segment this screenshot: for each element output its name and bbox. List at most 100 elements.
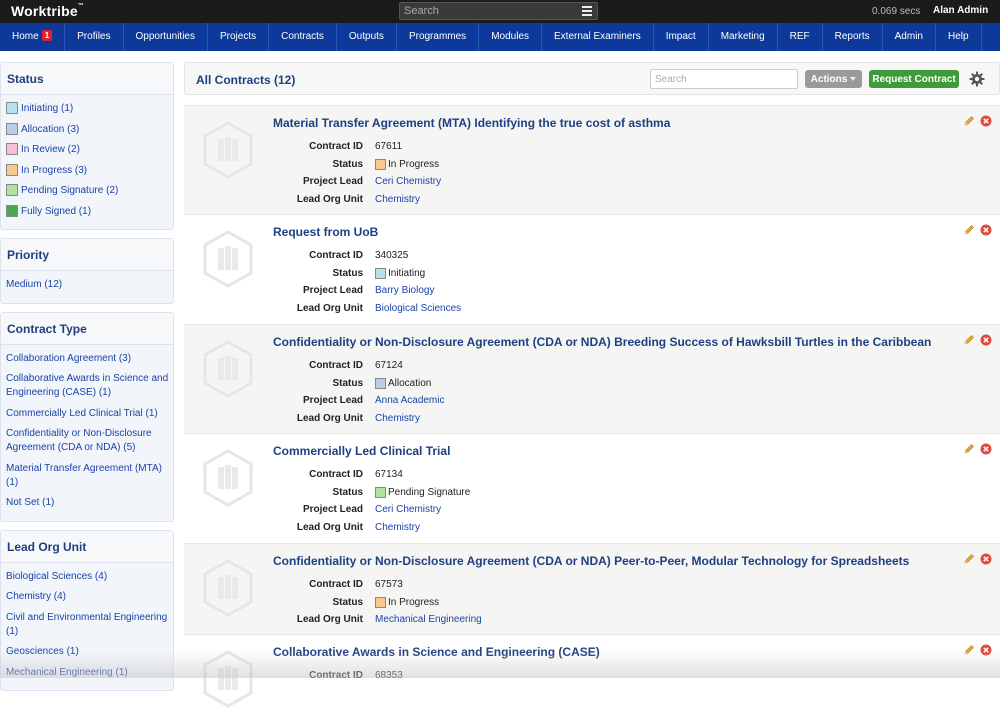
menu-icon[interactable] [582, 6, 592, 16]
lead-org-unit-link[interactable]: Biological Sciences [375, 303, 461, 314]
contract-title[interactable]: Collaborative Awards in Science and Engi… [273, 645, 600, 659]
delete-icon[interactable] [980, 644, 992, 656]
facet-contract-type-item[interactable]: Confidentiality or Non-Disclosure Agreem… [6, 427, 169, 455]
main-nav: Home 1 Profiles Opportunities Projects Co… [0, 23, 1000, 51]
global-search-input[interactable] [400, 3, 570, 19]
worktribe-logo[interactable]: Worktribe™ [11, 3, 84, 19]
nav-profiles[interactable]: Profiles [65, 23, 124, 51]
contract-id-label: Contract ID [309, 250, 363, 262]
facet-status-fully-signed[interactable]: Fully Signed (1) [6, 204, 169, 219]
pencil-icon[interactable] [963, 224, 975, 236]
contract-placeholder-icon [203, 121, 253, 179]
contract-title[interactable]: Confidentiality or Non-Disclosure Agreem… [273, 335, 931, 349]
status-value: Pending Signature [375, 486, 470, 498]
list-header: All Contracts (12) Actions Request Contr… [184, 62, 1000, 95]
facet-priority-medium[interactable]: Medium (12) [6, 278, 169, 292]
status-swatch [6, 204, 18, 217]
contract-id-value: 67611 [375, 141, 403, 153]
nav-reports[interactable]: Reports [823, 23, 883, 51]
facet-status-in-progress[interactable]: In Progress (3) [6, 163, 169, 178]
contract-title[interactable]: Commercially Led Clinical Trial [273, 444, 450, 458]
contract-fields: Contract ID 340325 Status Initiating Proje… [274, 247, 461, 317]
records: Material Transfer Agreement (MTA) Identi… [184, 105, 1000, 708]
delete-icon[interactable] [980, 224, 992, 236]
delete-icon[interactable] [980, 553, 992, 565]
status-swatch [6, 102, 18, 114]
project-lead-label: Project Lead [302, 285, 363, 297]
status-swatch [375, 596, 386, 608]
contract-title[interactable]: Material Transfer Agreement (MTA) Identi… [273, 116, 670, 130]
nav-opportunities[interactable]: Opportunities [124, 23, 208, 51]
facet-status-initiating[interactable]: Initiating (1) [6, 102, 169, 116]
facet-status-allocation[interactable]: Allocation (3) [6, 122, 169, 137]
pencil-icon[interactable] [963, 553, 975, 565]
delete-icon[interactable] [980, 115, 992, 127]
nav-impact[interactable]: Impact [654, 23, 709, 51]
nav-outputs[interactable]: Outputs [337, 23, 397, 51]
contract-id-value: 67573 [375, 579, 403, 591]
contract-fields: Contract ID 67611 Status In Progress Proje… [274, 138, 441, 208]
delete-icon[interactable] [980, 443, 992, 455]
facet-lead-org-unit-item[interactable]: Civil and Environmental Engineering (1) [6, 611, 169, 639]
actions-button[interactable]: Actions [805, 70, 862, 88]
nav-marketing[interactable]: Marketing [709, 23, 778, 51]
status-value: In Progress [375, 596, 439, 608]
pencil-icon[interactable] [963, 115, 975, 127]
facet-lead-org-unit-item[interactable]: Geosciences (1) [6, 645, 169, 659]
facet-lead-org-unit-item[interactable]: Biological Sciences (4) [6, 570, 169, 584]
contract-placeholder-icon [203, 449, 253, 507]
nav-programmes[interactable]: Programmes [397, 23, 480, 51]
lead-org-unit-label: Lead Org Unit [296, 412, 363, 424]
facet-contract-type-item[interactable]: Commercially Led Clinical Trial (1) [6, 407, 169, 421]
status-label: Status [332, 486, 363, 498]
status-value: In Progress [375, 158, 439, 170]
facet-status-pending-signature[interactable]: Pending Signature (2) [6, 184, 169, 198]
lead-org-unit-link[interactable]: Chemistry [375, 194, 420, 205]
nav-modules[interactable]: Modules [479, 23, 542, 51]
contract-fields: Contract ID 67134 Status Pending Signature… [274, 466, 470, 536]
lead-org-unit-label: Lead Org Unit [296, 614, 363, 626]
contract-title[interactable]: Request from UoB [273, 225, 378, 239]
nav-help[interactable]: Help [936, 23, 982, 51]
contract-fields: Contract ID 68353 [274, 667, 403, 685]
project-lead-link[interactable]: Anna Academic [375, 395, 445, 406]
facet-lead-org-unit-item[interactable]: Mechanical Engineering (1) [6, 666, 169, 680]
lead-org-unit-link[interactable]: Mechanical Engineering [375, 614, 482, 625]
contract-id-value: 67134 [375, 469, 403, 481]
nav-admin[interactable]: Admin [883, 23, 936, 51]
facet-contract-type-item[interactable]: Material Transfer Agreement (MTA) (1) [6, 462, 169, 490]
facet-contract-type-item[interactable]: Not Set (1) [6, 496, 169, 510]
nav-external-examiners[interactable]: External Examiners [542, 23, 654, 51]
status-swatch [375, 377, 386, 389]
facet-lead-org-unit-item[interactable]: Chemistry (4) [6, 590, 169, 604]
facet-contract-type-item[interactable]: Collaboration Agreement (3) [6, 352, 169, 366]
lead-org-unit-link[interactable]: Chemistry [375, 522, 420, 533]
delete-icon[interactable] [980, 334, 992, 346]
lead-org-unit-link[interactable]: Chemistry [375, 413, 420, 424]
pencil-icon[interactable] [963, 644, 975, 656]
pencil-icon[interactable] [963, 443, 975, 455]
request-contract-button[interactable]: Request Contract [869, 70, 959, 88]
status-swatch [6, 122, 18, 135]
nav-ref[interactable]: REF [778, 23, 823, 51]
pencil-icon[interactable] [963, 334, 975, 346]
nav-projects[interactable]: Projects [208, 23, 270, 51]
contract-title[interactable]: Confidentiality or Non-Disclosure Agreem… [273, 554, 909, 568]
project-lead-link[interactable]: Ceri Chemistry [375, 176, 441, 187]
facet-contract-type-item[interactable]: Collaborative Awards in Science and Engi… [6, 372, 169, 400]
gear-icon[interactable] [969, 71, 985, 87]
list-search-input[interactable] [650, 69, 798, 89]
nav-contracts[interactable]: Contracts [269, 23, 337, 51]
project-lead-link[interactable]: Barry Biology [375, 285, 434, 296]
contract-id-label: Contract ID [309, 360, 363, 372]
status-swatch [6, 184, 18, 196]
project-lead-link[interactable]: Ceri Chemistry [375, 504, 441, 515]
status-swatch [375, 486, 386, 498]
project-lead-label: Project Lead [302, 176, 363, 188]
facet-status-in-review[interactable]: In Review (2) [6, 143, 169, 157]
user-menu[interactable]: Alan Admin [933, 5, 988, 16]
notification-badge: 1 [41, 30, 53, 41]
page-timing: 0.069 secs [872, 6, 921, 17]
status-label: Status [332, 158, 363, 170]
nav-home[interactable]: Home 1 [0, 23, 66, 51]
